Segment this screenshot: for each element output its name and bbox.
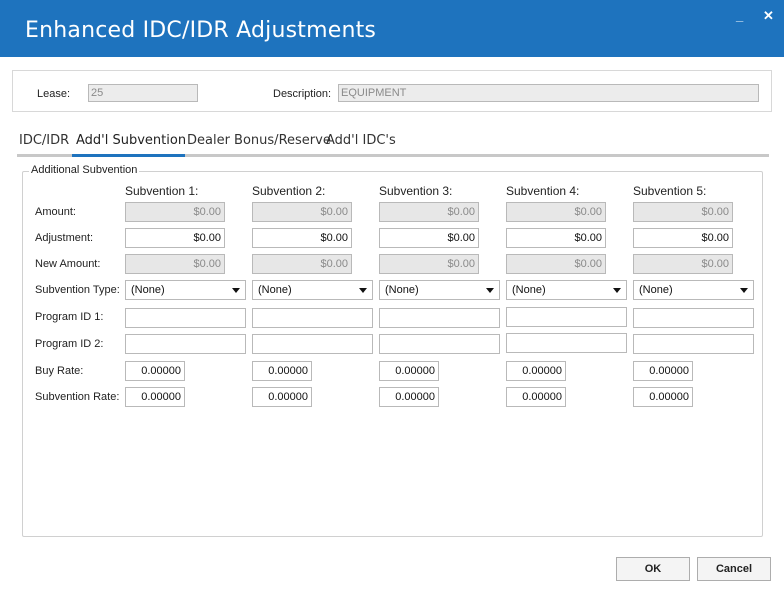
- dropdown-value: (None): [131, 284, 165, 296]
- active-tab-indicator: [72, 154, 185, 157]
- description-label: Description:: [273, 88, 332, 100]
- amount-field[interactable]: $0.00: [633, 202, 733, 222]
- column-header: Subvention 3:: [379, 184, 453, 198]
- adjustment-field[interactable]: $0.00: [379, 228, 479, 248]
- minimize-button[interactable]: _: [736, 8, 743, 23]
- description-field[interactable]: EQUIPMENT: [338, 84, 759, 102]
- column-header: Subvention 5:: [633, 184, 707, 198]
- new-amount-field[interactable]: $0.00: [379, 254, 479, 274]
- buy-rate-input[interactable]: 0.00000: [125, 361, 185, 381]
- dropdown-value: (None): [639, 284, 673, 296]
- subvention-rate-input[interactable]: 0.00000: [379, 387, 439, 407]
- lease-label: Lease:: [37, 88, 71, 100]
- program-id-2-input[interactable]: [379, 334, 500, 354]
- dropdown-value: (None): [512, 284, 546, 296]
- subvention-type-dropdown[interactable]: (None): [633, 280, 754, 300]
- subvention-rate-label: Subvention Rate:: [35, 391, 120, 403]
- subvention-type-dropdown[interactable]: (None): [506, 280, 627, 300]
- title-bar: Enhanced IDC/IDR Adjustments _ ✕: [0, 0, 784, 57]
- chevron-down-icon: [359, 288, 367, 293]
- tab-dealer-bonus-reserve[interactable]: Dealer Bonus/Reserve: [187, 133, 331, 148]
- program-id-1-input[interactable]: [506, 307, 627, 327]
- subvention-rate-input[interactable]: 0.00000: [506, 387, 566, 407]
- subvention-rate-input[interactable]: 0.00000: [252, 387, 312, 407]
- buy-rate-input[interactable]: 0.00000: [506, 361, 566, 381]
- amount-label: Amount:: [35, 206, 76, 218]
- tab-addl-subvention[interactable]: Add'l Subvention: [76, 133, 186, 148]
- buy-rate-label: Buy Rate:: [35, 365, 84, 377]
- subvention-rate-input[interactable]: 0.00000: [633, 387, 693, 407]
- adjustment-field[interactable]: $0.00: [125, 228, 225, 248]
- amount-field[interactable]: $0.00: [252, 202, 352, 222]
- new-amount-label: New Amount:: [35, 258, 101, 270]
- buy-rate-input[interactable]: 0.00000: [633, 361, 693, 381]
- amount-field[interactable]: $0.00: [506, 202, 606, 222]
- dropdown-value: (None): [385, 284, 419, 296]
- column-header: Subvention 1:: [125, 184, 199, 198]
- subvention-type-dropdown[interactable]: (None): [125, 280, 246, 300]
- subvention-rate-input[interactable]: 0.00000: [125, 387, 185, 407]
- adjustment-field[interactable]: $0.00: [633, 228, 733, 248]
- buy-rate-input[interactable]: 0.00000: [379, 361, 439, 381]
- new-amount-field[interactable]: $0.00: [633, 254, 733, 274]
- chevron-down-icon: [740, 288, 748, 293]
- buy-rate-input[interactable]: 0.00000: [252, 361, 312, 381]
- new-amount-field[interactable]: $0.00: [252, 254, 352, 274]
- adjustment-field[interactable]: $0.00: [506, 228, 606, 248]
- dropdown-value: (None): [258, 284, 292, 296]
- program-id-2-input[interactable]: [125, 334, 246, 354]
- additional-subvention-group: [22, 171, 763, 537]
- program-id-1-input[interactable]: [633, 308, 754, 328]
- subvention-type-label: Subvention Type:: [35, 284, 120, 296]
- program-id-2-label: Program ID 2:: [35, 338, 104, 350]
- chevron-down-icon: [613, 288, 621, 293]
- program-id-1-label: Program ID 1:: [35, 311, 104, 323]
- close-button[interactable]: ✕: [763, 8, 774, 24]
- column-header: Subvention 4:: [506, 184, 580, 198]
- tab-strip: IDC/IDR Add'l Subvention Dealer Bonus/Re…: [17, 130, 769, 157]
- new-amount-field[interactable]: $0.00: [506, 254, 606, 274]
- program-id-2-input[interactable]: [506, 333, 627, 353]
- new-amount-field[interactable]: $0.00: [125, 254, 225, 274]
- group-title: Additional Subvention: [29, 164, 140, 176]
- cancel-button[interactable]: Cancel: [697, 557, 771, 581]
- adjustment-label: Adjustment:: [35, 232, 94, 244]
- amount-field[interactable]: $0.00: [125, 202, 225, 222]
- tab-idc-idr[interactable]: IDC/IDR: [19, 133, 69, 148]
- amount-field[interactable]: $0.00: [379, 202, 479, 222]
- program-id-2-input[interactable]: [252, 334, 373, 354]
- program-id-1-input[interactable]: [379, 308, 500, 328]
- program-id-1-input[interactable]: [252, 308, 373, 328]
- tab-addl-idcs[interactable]: Add'l IDC's: [326, 133, 396, 148]
- program-id-2-input[interactable]: [633, 334, 754, 354]
- program-id-1-input[interactable]: [125, 308, 246, 328]
- lease-field[interactable]: 25: [88, 84, 198, 102]
- column-header: Subvention 2:: [252, 184, 326, 198]
- subvention-type-dropdown[interactable]: (None): [379, 280, 500, 300]
- chevron-down-icon: [486, 288, 494, 293]
- subvention-type-dropdown[interactable]: (None): [252, 280, 373, 300]
- adjustment-field[interactable]: $0.00: [252, 228, 352, 248]
- window-title: Enhanced IDC/IDR Adjustments: [25, 18, 377, 43]
- ok-button[interactable]: OK: [616, 557, 690, 581]
- chevron-down-icon: [232, 288, 240, 293]
